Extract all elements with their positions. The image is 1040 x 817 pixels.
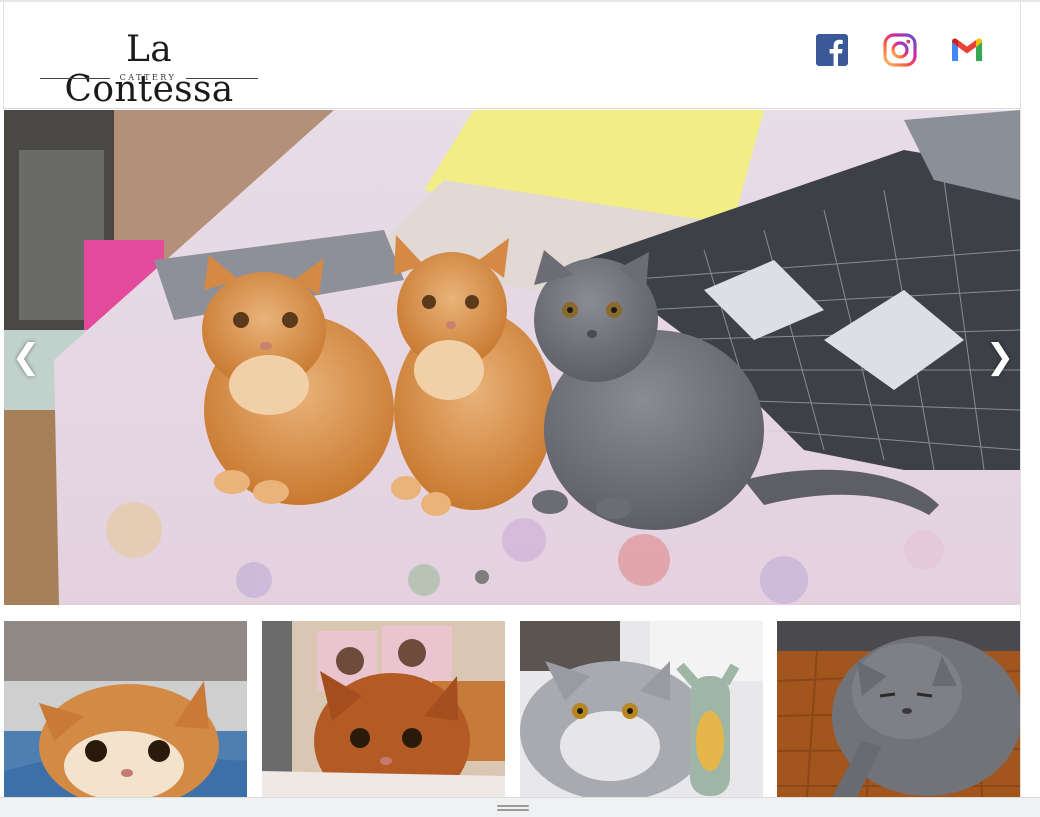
carousel-prev-button[interactable]: ❮ (8, 335, 44, 379)
instagram-icon (883, 33, 917, 67)
facebook-link[interactable] (814, 32, 850, 68)
brand-subtitle: CATTERY (119, 73, 177, 82)
facebook-icon (816, 34, 848, 66)
bottom-resize-bar (0, 797, 1040, 817)
right-edge (1020, 2, 1021, 797)
carousel-indicator-dot[interactable] (475, 570, 489, 584)
carousel-next-button[interactable]: ❯ (982, 335, 1018, 379)
thumbnail-gallery (4, 621, 1020, 797)
instagram-link[interactable] (882, 32, 918, 68)
page: La Contessa CATTERY ❮ ❯ (0, 0, 1040, 817)
gmail-icon (952, 38, 982, 61)
red-exotic-kitten-photo (262, 621, 505, 797)
brand-subtitle-row: CATTERY (40, 72, 258, 84)
brand-title: La Contessa (64, 29, 234, 110)
grey-exotic-cat-photo (777, 621, 1020, 797)
hero-carousel[interactable]: ❮ ❯ (4, 110, 1020, 605)
drag-handle-icon[interactable] (497, 805, 529, 811)
silver-exotic-kitten-photo (520, 621, 763, 797)
kittens-on-bed-photo (4, 110, 1020, 605)
thumbnail-4[interactable] (777, 621, 1020, 797)
divider (40, 78, 110, 79)
thumbnail-3[interactable] (520, 621, 763, 797)
gmail-link[interactable] (949, 32, 985, 68)
orange-kitten-photo (4, 621, 247, 797)
thumbnail-1[interactable] (4, 621, 247, 797)
site-header: La Contessa CATTERY (4, 2, 1020, 110)
brand-logo[interactable]: La Contessa CATTERY (40, 30, 258, 110)
thumbnail-2[interactable] (262, 621, 505, 797)
divider (186, 78, 258, 79)
